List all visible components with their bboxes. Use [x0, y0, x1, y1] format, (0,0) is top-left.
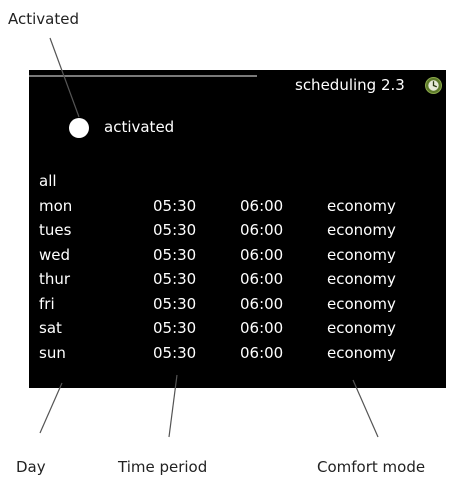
screen-title: scheduling 2.3 [295, 76, 405, 94]
start-time: 05:30 [153, 221, 197, 239]
callout-comfort-mode: Comfort mode [317, 458, 426, 476]
schedule-row[interactable]: fri 05:30 06:00 economy [29, 295, 446, 318]
day-label: mon [39, 196, 73, 215]
end-time: 06:00 [240, 319, 284, 337]
start-time: 05:30 [153, 343, 197, 362]
scroll-indicator-line [29, 75, 257, 77]
schedule-row-all[interactable]: all [29, 172, 446, 195]
day-label: sun [39, 343, 66, 362]
comfort-mode: economy [327, 221, 396, 239]
callout-activated: Activated [8, 10, 79, 28]
day-label: fri [39, 294, 55, 313]
comfort-mode: economy [327, 270, 396, 288]
end-time: 06:00 [240, 270, 284, 288]
schedule-row[interactable]: sat 05:30 06:00 economy [29, 319, 446, 342]
schedule-row[interactable]: wed 05:30 06:00 economy [29, 246, 446, 269]
comfort-mode: economy [327, 245, 396, 264]
schedule-row[interactable]: thur 05:30 06:00 economy [29, 270, 446, 293]
schedule-row[interactable]: mon 05:30 06:00 economy [29, 197, 446, 220]
schedule-row[interactable]: tues 05:30 06:00 economy [29, 221, 446, 244]
activated-label: activated [104, 118, 175, 136]
pointer-line-day [39, 382, 63, 434]
comfort-mode: economy [327, 319, 396, 337]
day-label: sat [39, 319, 62, 337]
callout-day: Day [16, 458, 46, 476]
pointer-line-comfort-mode [352, 379, 379, 438]
end-time: 06:00 [240, 245, 284, 264]
end-time: 06:00 [240, 221, 284, 239]
schedule-row[interactable]: sun 05:30 06:00 economy [29, 344, 446, 367]
end-time: 06:00 [240, 343, 284, 362]
end-time: 06:00 [240, 196, 284, 215]
day-label: thur [39, 270, 71, 288]
end-time: 06:00 [240, 294, 284, 313]
radio-dot-icon [69, 118, 89, 138]
start-time: 05:30 [153, 319, 197, 337]
start-time: 05:30 [153, 196, 197, 215]
comfort-mode: economy [327, 196, 396, 215]
start-time: 05:30 [153, 245, 197, 264]
day-label: wed [39, 245, 71, 264]
day-label: tues [39, 221, 72, 239]
start-time: 05:30 [153, 270, 197, 288]
comfort-mode: economy [327, 343, 396, 362]
clock-icon [425, 77, 442, 94]
display-screen: scheduling 2.3 activated all mon 05:30 0… [29, 70, 446, 388]
callout-time-period: Time period [118, 458, 208, 476]
comfort-mode: economy [327, 294, 396, 313]
all-label: all [39, 172, 57, 190]
start-time: 05:30 [153, 294, 197, 313]
